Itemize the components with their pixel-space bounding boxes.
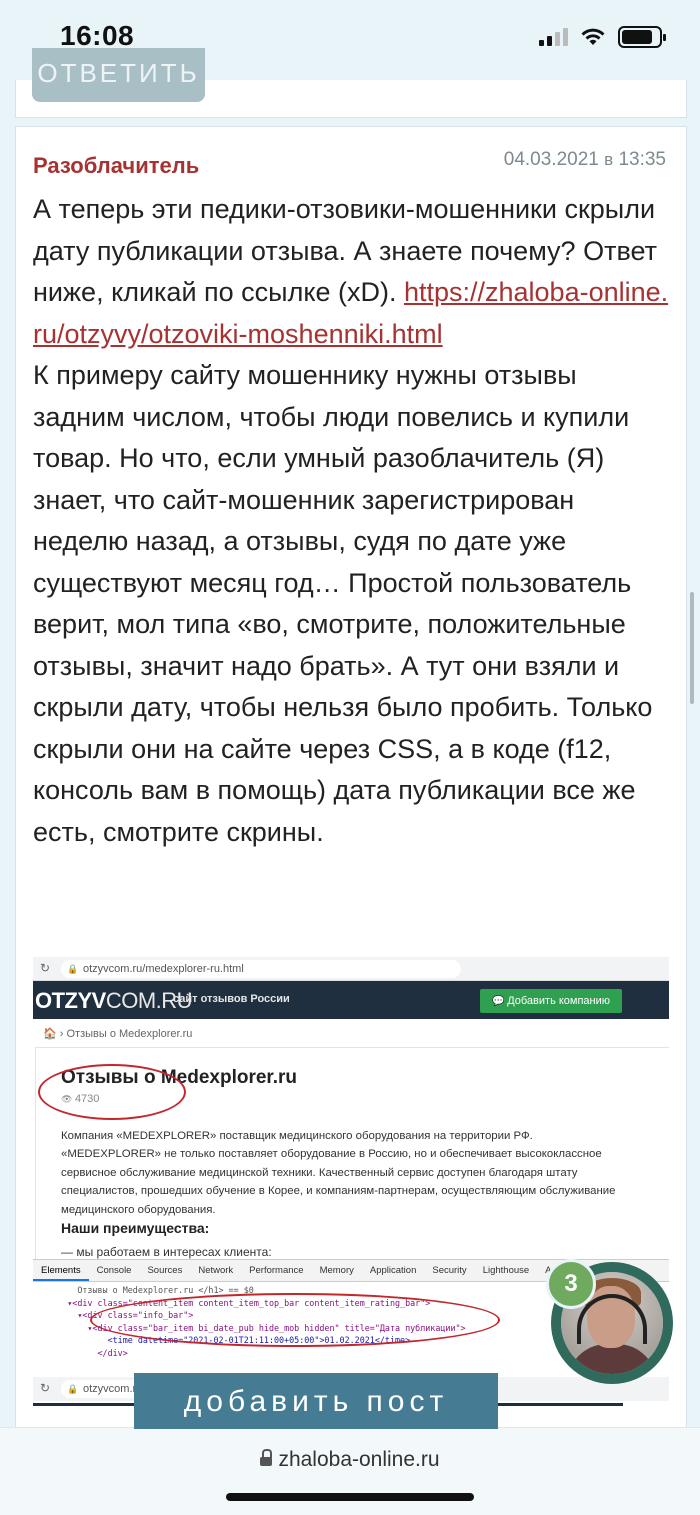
site-tagline: сайт отзывов России — [173, 993, 290, 1005]
add-post-button[interactable]: добавить пост — [134, 1373, 498, 1429]
devtools-tab: Network — [198, 1265, 234, 1276]
comment-author[interactable]: Разоблачитель — [33, 153, 199, 179]
comment-paragraph: А теперь эти педики-отзовики-мошенники с… — [33, 194, 669, 349]
screenshot-url: otzyvcom.ru/medexplorer-ru.html — [61, 960, 461, 978]
status-icons — [539, 26, 666, 48]
comment-text: А теперь эти педики-отзовики-мошенники с… — [33, 189, 673, 853]
devtools-tab: Performance — [249, 1265, 304, 1276]
comment-card: Разоблачитель 04.03.2021 в 13:35 А тепер… — [15, 126, 687, 1456]
code-line: </div> — [37, 1347, 128, 1358]
battery-icon — [618, 26, 666, 48]
reply-button[interactable]: ОТВЕТИТЬ — [32, 48, 205, 102]
devtools-tab: Security — [432, 1265, 467, 1276]
screenshot-site-header: OTZYVCOM.RU сайт отзывов России Добавить… — [33, 981, 669, 1019]
scrollbar[interactable] — [690, 592, 694, 704]
lock-icon — [260, 1449, 273, 1467]
screenshot-breadcrumb: 🏠 › Отзывы о Medexplorer.ru — [43, 1028, 193, 1040]
screenshot-description: Компания «MEDEXPLORER» поставщик медицин… — [61, 1130, 616, 1216]
reload-icon: ↻ — [40, 1381, 51, 1395]
highlight-ellipse — [90, 1293, 500, 1347]
add-company-button: Добавить компанию — [480, 989, 622, 1013]
devtools-tab: Memory — [319, 1265, 354, 1276]
highlight-ellipse — [38, 1064, 186, 1120]
site-logo: OTZYVCOM.RU — [35, 988, 193, 1013]
comment-date: 04.03.2021 в 13:35 — [503, 149, 666, 170]
screenshot-url-bar: ↻ otzyvcom.ru/medexplorer-ru.html — [33, 957, 669, 981]
home-indicator[interactable] — [226, 1493, 474, 1501]
signal-icon — [539, 28, 568, 46]
devtools-tab: Sources — [147, 1265, 183, 1276]
devtools-tab: Application — [369, 1265, 417, 1276]
wifi-icon — [581, 28, 605, 45]
address-bar[interactable]: zhaloba-online.ru — [0, 1448, 700, 1472]
browser-bottom-bar: zhaloba-online.ru — [0, 1427, 700, 1515]
reload-icon: ↻ — [40, 961, 51, 975]
devtools-tab: Console — [96, 1265, 132, 1276]
screenshot-advantages: Наши преимущества: — [61, 1220, 210, 1236]
screenshot-list-item: — мы работаем в интересах клиента: — [61, 1245, 272, 1259]
devtools-tab: Lighthouse — [482, 1265, 530, 1276]
devtools-tab: Elements — [33, 1260, 89, 1281]
comment-paragraph: К примеру сайту мошеннику нужны отзывы з… — [33, 360, 653, 847]
notification-badge: 3 — [546, 1259, 596, 1309]
domain-text: zhaloba-online.ru — [278, 1448, 440, 1471]
